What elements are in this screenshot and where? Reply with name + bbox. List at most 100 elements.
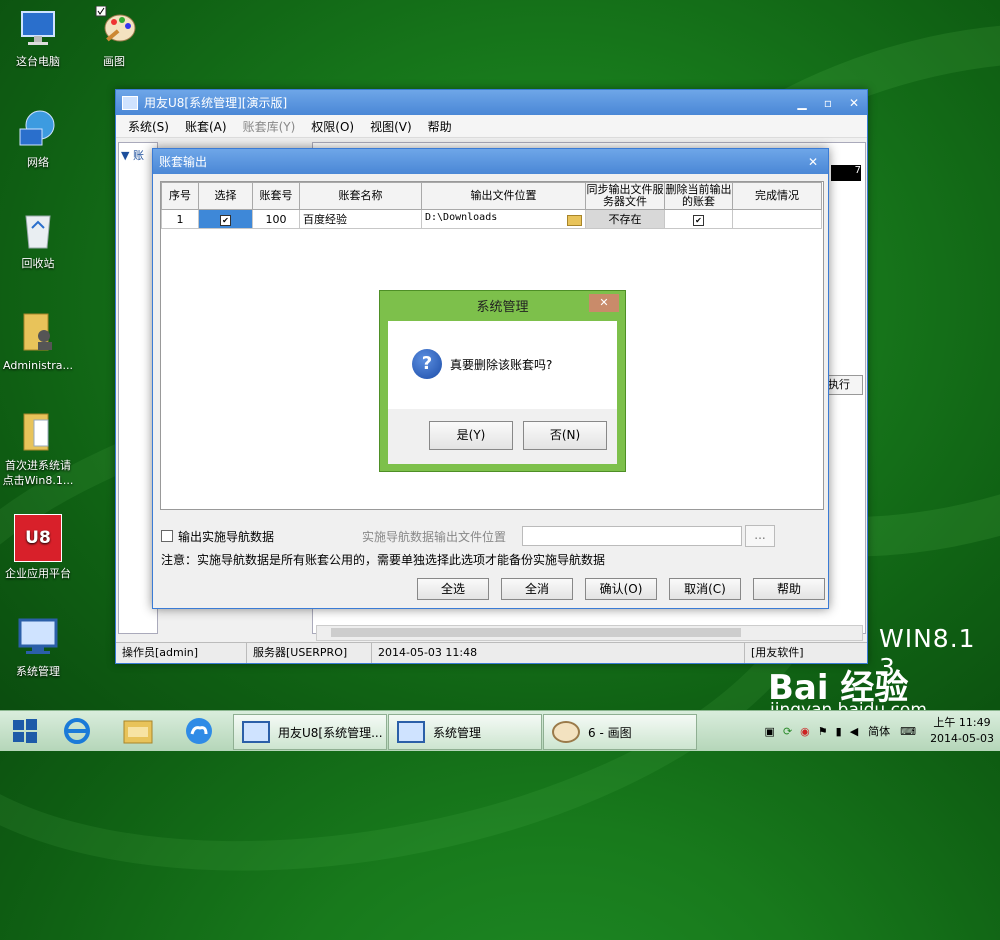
menu-view[interactable]: 视图(V) xyxy=(362,118,420,135)
clock-time: 11:49 xyxy=(958,716,991,729)
folder-icon[interactable] xyxy=(567,215,582,226)
status-datetime: 2014-05-03 11:48 xyxy=(372,643,745,663)
desktop-icon-enterprise-platform[interactable]: U8 企业应用平台 xyxy=(0,514,76,581)
app-icon xyxy=(122,95,138,110)
col-header[interactable]: 同步输出文件服务器文件 xyxy=(585,182,665,210)
clock-date: 2014-05-03 xyxy=(930,732,994,745)
ie-icon[interactable] xyxy=(62,714,92,748)
close-icon[interactable]: ✕ xyxy=(808,155,818,169)
desktop-icon-paint[interactable]: 画图 xyxy=(76,5,152,69)
col-header[interactable]: 完成情况 xyxy=(732,182,822,210)
col-header[interactable]: 删除当前输出的账套 xyxy=(664,182,733,210)
keyboard-icon[interactable]: ⌨ xyxy=(900,725,916,738)
network-status-icon[interactable]: ▮ xyxy=(836,725,842,738)
main-title-bar[interactable]: 用友U8[系统管理][演示版] ▁ ▫ ✕ xyxy=(116,90,867,115)
dialog-button-row: 全选 全消 确认(O) 取消(C) 帮助 xyxy=(417,578,825,600)
col-header[interactable]: 输出文件位置 xyxy=(421,182,586,210)
system-tray: ▣ ⟳ ◉ ⚑ ▮ ◀ 简体 ⌨ 上午 11:49 2014-05-03 xyxy=(761,711,1000,751)
nav-data-checkbox[interactable] xyxy=(161,530,173,542)
col-header[interactable]: 选择 xyxy=(198,182,253,210)
select-all-button[interactable]: 全选 xyxy=(417,578,489,600)
desktop-icon-network[interactable]: 网络 xyxy=(0,107,76,170)
minimize-icon[interactable]: ▁ xyxy=(789,96,815,110)
folder-icon xyxy=(16,410,60,454)
checkbox-checked-icon[interactable]: ✔ xyxy=(220,214,231,226)
desktop-icon-label: 画图 xyxy=(103,55,125,68)
confirm-delete-messagebox[interactable]: 系统管理 ✕ ? 真要删除该账套吗? 是(Y) 否(N) xyxy=(379,290,626,472)
desktop-icon-label: 网络 xyxy=(27,156,49,169)
dialog-title-bar[interactable]: 账套输出 ✕ xyxy=(153,149,828,174)
monitor-icon xyxy=(16,616,60,660)
menu-account[interactable]: 账套(A) xyxy=(177,118,235,135)
desktop-icon-recycle-bin[interactable]: 回收站 xyxy=(0,208,76,271)
file-explorer-icon[interactable] xyxy=(122,714,154,748)
close-icon[interactable]: ✕ xyxy=(589,294,619,312)
flag-icon[interactable]: ⚑ xyxy=(818,725,828,738)
messagebox-body: ? 真要删除该账套吗? xyxy=(388,321,617,409)
cell-account-name: 百度经验 xyxy=(299,209,422,229)
confirm-button[interactable]: 确认(O) xyxy=(585,578,657,600)
desktop-icon-label: 企业应用平台 xyxy=(5,567,71,580)
nav-path-input[interactable] xyxy=(522,526,743,546)
col-header[interactable]: 序号 xyxy=(161,182,199,210)
selected-cell[interactable]: 7 xyxy=(831,165,861,181)
desktop-icon-system-admin[interactable]: 系统管理 xyxy=(0,616,76,679)
cloud-app-icon[interactable] xyxy=(184,714,214,748)
menu-account-library[interactable]: 账套库(Y) xyxy=(235,118,304,135)
messagebox-text: 真要删除该账套吗? xyxy=(450,358,553,372)
checkbox-checked-icon[interactable]: ✔ xyxy=(693,214,704,226)
scrollbar-thumb[interactable] xyxy=(331,628,741,637)
table-header-row: 序号 选择 账套号 账套名称 输出文件位置 同步输出文件服务器文件 删除当前输出… xyxy=(161,182,822,210)
sync-icon[interactable]: ⟳ xyxy=(783,725,792,738)
cancel-button[interactable]: 取消(C) xyxy=(669,578,741,600)
desktop-icon-admin[interactable]: Administra... xyxy=(0,310,76,373)
taskbar-item-u8[interactable]: 用友U8[系统管理... xyxy=(233,714,387,750)
ime-indicator[interactable]: 简体 xyxy=(868,723,890,739)
task-label: 系统管理 xyxy=(433,725,482,740)
cell-select[interactable]: ✔ xyxy=(198,209,253,229)
desktop-icon-this-pc[interactable]: 这台电脑 xyxy=(0,6,76,69)
menu-help[interactable]: 帮助 xyxy=(420,118,460,135)
user-folder-icon xyxy=(16,310,60,354)
monitor-icon xyxy=(397,721,425,743)
note-text: 注意：实施导航数据是所有账套公用的，需要单独选择此选项才能备份实施导航数据 xyxy=(161,553,606,567)
volume-icon[interactable]: ◀ xyxy=(850,725,858,738)
status-operator: 操作员[admin] xyxy=(116,643,247,663)
computer-icon xyxy=(16,6,60,50)
antivirus-icon[interactable]: ◉ xyxy=(800,725,810,738)
table-row[interactable]: 1 ✔ 100 百度经验 D:\Downloads 不存在 ✔ xyxy=(161,209,822,229)
col-header[interactable]: 账套号 xyxy=(252,182,300,210)
tree-item[interactable]: ▼ 账 xyxy=(121,147,144,163)
export-table: 序号 选择 账套号 账套名称 输出文件位置 同步输出文件服务器文件 删除当前输出… xyxy=(161,182,822,229)
execute-button[interactable]: 执行 xyxy=(827,375,863,395)
desktop-icon-label: 回收站 xyxy=(21,257,55,270)
menu-permission[interactable]: 权限(O) xyxy=(303,118,362,135)
messagebox-title-bar[interactable]: 系统管理 ✕ xyxy=(380,291,625,319)
maximize-icon[interactable]: ▫ xyxy=(815,96,841,110)
col-header[interactable]: 账套名称 xyxy=(299,182,422,210)
clock[interactable]: 上午 11:49 2014-05-03 xyxy=(930,715,994,747)
browse-button[interactable]: ... xyxy=(745,525,776,547)
deselect-all-button[interactable]: 全消 xyxy=(501,578,573,600)
tray-icon[interactable]: ▣ xyxy=(765,725,775,738)
cell-delete[interactable]: ✔ xyxy=(664,209,733,229)
tree-item-label: 账 xyxy=(132,149,144,162)
menu-system[interactable]: 系统(S) xyxy=(120,118,177,135)
taskbar-item-system-admin[interactable]: 系统管理 xyxy=(388,714,542,750)
cell-output-path[interactable]: D:\Downloads xyxy=(421,209,586,229)
monitor-icon xyxy=(242,721,270,743)
start-button[interactable] xyxy=(12,714,38,748)
horizontal-scrollbar[interactable] xyxy=(316,625,863,641)
paint-icon xyxy=(92,5,136,50)
cell-sync: 不存在 xyxy=(585,209,665,229)
windows-logo-icon xyxy=(13,719,37,743)
desktop-icon-first-boot[interactable]: 首次进系统请点击Win8.1... xyxy=(0,410,76,488)
cell-no: 1 xyxy=(161,209,199,229)
close-icon[interactable]: ✕ xyxy=(841,96,867,110)
recycle-bin-icon xyxy=(16,208,60,252)
no-button[interactable]: 否(N) xyxy=(523,421,607,450)
yes-button[interactable]: 是(Y) xyxy=(429,421,513,450)
taskbar-item-paint[interactable]: 6 - 画图 xyxy=(543,714,697,750)
nav-data-checkbox-label: 输出实施导航数据 xyxy=(178,529,275,544)
help-button[interactable]: 帮助 xyxy=(753,578,825,600)
